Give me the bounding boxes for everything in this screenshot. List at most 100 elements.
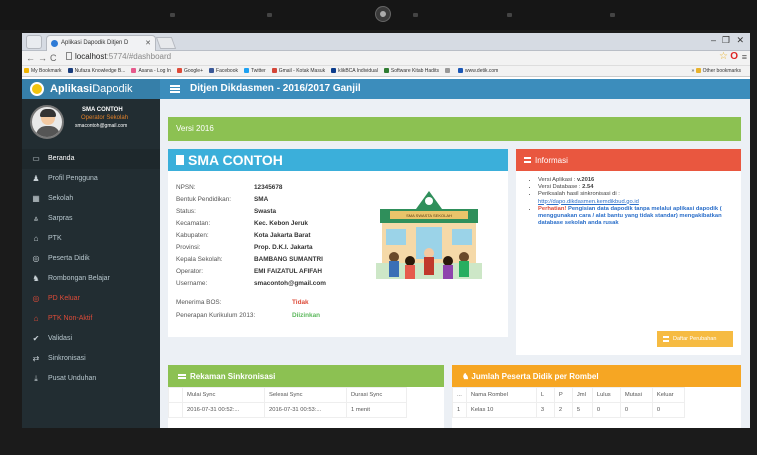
close-tab-icon[interactable]: ✕: [145, 39, 151, 47]
table-cell: 0: [619, 402, 653, 418]
column-header[interactable]: Lulus: [591, 387, 621, 403]
new-tab-button[interactable]: [155, 37, 177, 49]
other-bookmarks[interactable]: » Other bookmarks: [691, 66, 741, 76]
sidebar-item-label: Beranda: [48, 155, 75, 162]
sidebar-item-beranda[interactable]: ▭ Beranda: [22, 149, 160, 169]
table-row[interactable]: 2016-07-31 00:52:... 2016-07-31 00:53:...…: [168, 402, 407, 418]
app-logo[interactable]: AplikasiDapodik: [22, 79, 160, 99]
column-header[interactable]: Durasi Sync: [346, 387, 407, 403]
list-icon: [663, 336, 669, 342]
sidebar-item-validasi[interactable]: ✔ Validasi: [22, 329, 160, 349]
minimize-icon[interactable]: –: [711, 35, 716, 45]
field-value: 12345678: [254, 184, 283, 191]
page-title: Ditjen Dikdasmen - 2016/2017 Ganjil: [190, 83, 361, 94]
logo-rest: Dapodik: [92, 83, 133, 95]
column-header[interactable]: Nama Rombel: [465, 387, 537, 403]
bookmark-item[interactable]: Google+: [176, 66, 203, 76]
column-header[interactable]: Selesai Sync: [264, 387, 347, 403]
sidebar-item-sarpras[interactable]: ⩓ Sarpras: [22, 209, 160, 229]
table-row[interactable]: 1 Kelas 10 3 2 5 0 0 0: [452, 402, 685, 418]
url-input[interactable]: localhost:5774/#dashboard: [66, 52, 171, 61]
bookmark-favicon-icon: [176, 68, 182, 73]
url-host: localhost: [75, 52, 107, 61]
bookmark-favicon-icon: [444, 68, 450, 73]
daftar-perubahan-button[interactable]: Daftar Perubahan: [657, 331, 733, 347]
table-cell: 2: [553, 402, 573, 418]
school-title: SMA CONTOH: [188, 152, 283, 168]
sidebar-item-sinkronisasi[interactable]: ⇄ Sinkronisasi: [22, 349, 160, 369]
column-header[interactable]: Keluar: [651, 387, 685, 403]
kurikulum-row: Penerapan Kurikulum 2013: Diizinkan: [176, 312, 320, 319]
page-icon: [66, 52, 72, 60]
other-bookmarks-label: Other bookmarks: [702, 68, 741, 74]
menu-icon[interactable]: ≡: [742, 52, 747, 62]
sync-record-box: Rekaman Sinkronisasi Mulai Sync Selesai S…: [168, 365, 444, 428]
close-window-icon[interactable]: ✕: [736, 35, 744, 46]
column-header[interactable]: L: [535, 387, 555, 403]
back-icon[interactable]: ←: [26, 53, 35, 63]
bookmark-item[interactable]: My Bookmark: [24, 66, 62, 76]
sync-link[interactable]: http://dapo.dikdasmen.kemdikbud.go.id: [538, 199, 639, 205]
group-icon: ♞: [462, 372, 472, 381]
column-header[interactable]: [168, 387, 183, 403]
bookmark-star-icon[interactable]: ☆: [719, 51, 728, 62]
column-header[interactable]: Mutasi: [619, 387, 653, 403]
table-cell: 5: [571, 402, 593, 418]
column-header[interactable]: ...: [452, 387, 467, 403]
forward-icon[interactable]: →: [38, 53, 47, 63]
bookmark-item[interactable]: Facebook: [209, 66, 238, 76]
sign-text: SMA SWASTA SEKOLAH: [406, 213, 452, 218]
download-icon: ⤓: [34, 374, 38, 383]
browser-tab[interactable]: Aplikasi Dapodik Ditjen D ✕: [46, 35, 156, 51]
field-label: Username:: [176, 280, 208, 287]
logo-bold: Aplikasi: [50, 83, 93, 95]
bookmark-label: Facebook: [216, 68, 238, 74]
version-banner: Versi 2016: [168, 117, 741, 141]
sidebar-item-sekolah[interactable]: ▦ Sekolah: [22, 189, 160, 209]
bookmark-item[interactable]: Nufaza Knowledge B...: [67, 66, 125, 76]
maximize-icon[interactable]: ❐: [722, 35, 730, 46]
camera-icon: [375, 6, 391, 22]
sidebar-item-ptk[interactable]: ⌂ PTK: [22, 229, 160, 249]
bookmark-item[interactable]: Gmail - Kotak Masuk: [271, 66, 325, 76]
building-icon: ▦: [32, 194, 40, 203]
column-header[interactable]: P: [553, 387, 573, 403]
bookmark-item[interactable]: www.detik.com: [457, 66, 498, 76]
bookmarks-bar: My Bookmark Nufaza Knowledge B... Asana - …: [22, 66, 750, 77]
bezel-dot: [170, 13, 175, 17]
rombel-table: ... Nama Rombel L P Jml Lulus Mutasi Keluar 1 Kel…: [452, 387, 685, 418]
sidebar-item-ptk-non-aktif[interactable]: ⌂ PTK Non-Aktif: [22, 309, 160, 329]
sidebar-item-rombongan-belajar[interactable]: ♞ Rombongan Belajar: [22, 269, 160, 289]
sidebar-item-label: Sekolah: [48, 195, 74, 202]
reload-icon[interactable]: C: [50, 53, 57, 63]
bookmark-icon: [176, 155, 184, 165]
info-version-db: Versi Database : 2.54: [538, 184, 733, 191]
school-field-row: Provinsi: Prop. D.K.I. Jakarta: [176, 244, 313, 251]
table-cell: 0: [591, 402, 621, 418]
rombel-header: ♞ Jumlah Peserta Didik per Rombel: [452, 365, 741, 387]
favicon-icon: [51, 40, 58, 47]
sidebar-item-label: Validasi: [48, 335, 72, 342]
bookmark-item[interactable]: Asana - Log In: [131, 66, 171, 76]
hamburger-icon[interactable]: [170, 85, 180, 93]
sidebar-item-pusat-unduhan[interactable]: ⤓ Pusat Unduhan: [22, 369, 160, 389]
column-header[interactable]: Jml: [571, 387, 593, 403]
sidebar-item-profil-pengguna[interactable]: ♟ Profil Pengguna: [22, 169, 160, 189]
globe-icon: ◎: [32, 254, 40, 263]
bookmark-item[interactable]: klikBCA Individual: [331, 66, 378, 76]
exchange-icon: ⇄: [32, 354, 40, 363]
info-list: Versi Aplikasi : v.2016 Versi Database :…: [516, 171, 741, 227]
sidebar-item-label: PTK Non-Aktif: [48, 315, 93, 322]
extension-icon[interactable]: O: [730, 51, 738, 62]
bookmark-item[interactable]: Twitter: [243, 66, 266, 76]
table-header-row: Mulai Sync Selesai Sync Durasi Sync: [168, 387, 407, 403]
column-header[interactable]: Mulai Sync: [182, 387, 265, 403]
kurikulum-label: Penerapan Kurikulum 2013:: [176, 312, 256, 319]
sidebar-item-pd-keluar[interactable]: ◎ PD Keluar: [22, 289, 160, 309]
bookmark-item[interactable]: [444, 66, 452, 76]
profile-icon[interactable]: [26, 35, 42, 49]
bookmark-item[interactable]: Software Kitab Hadits: [383, 66, 439, 76]
school-field-row: NPSN: 12345678: [176, 184, 282, 191]
table-cell: 1: [452, 402, 467, 418]
sidebar-item-peserta-didik[interactable]: ◎ Peserta Didik: [22, 249, 160, 269]
